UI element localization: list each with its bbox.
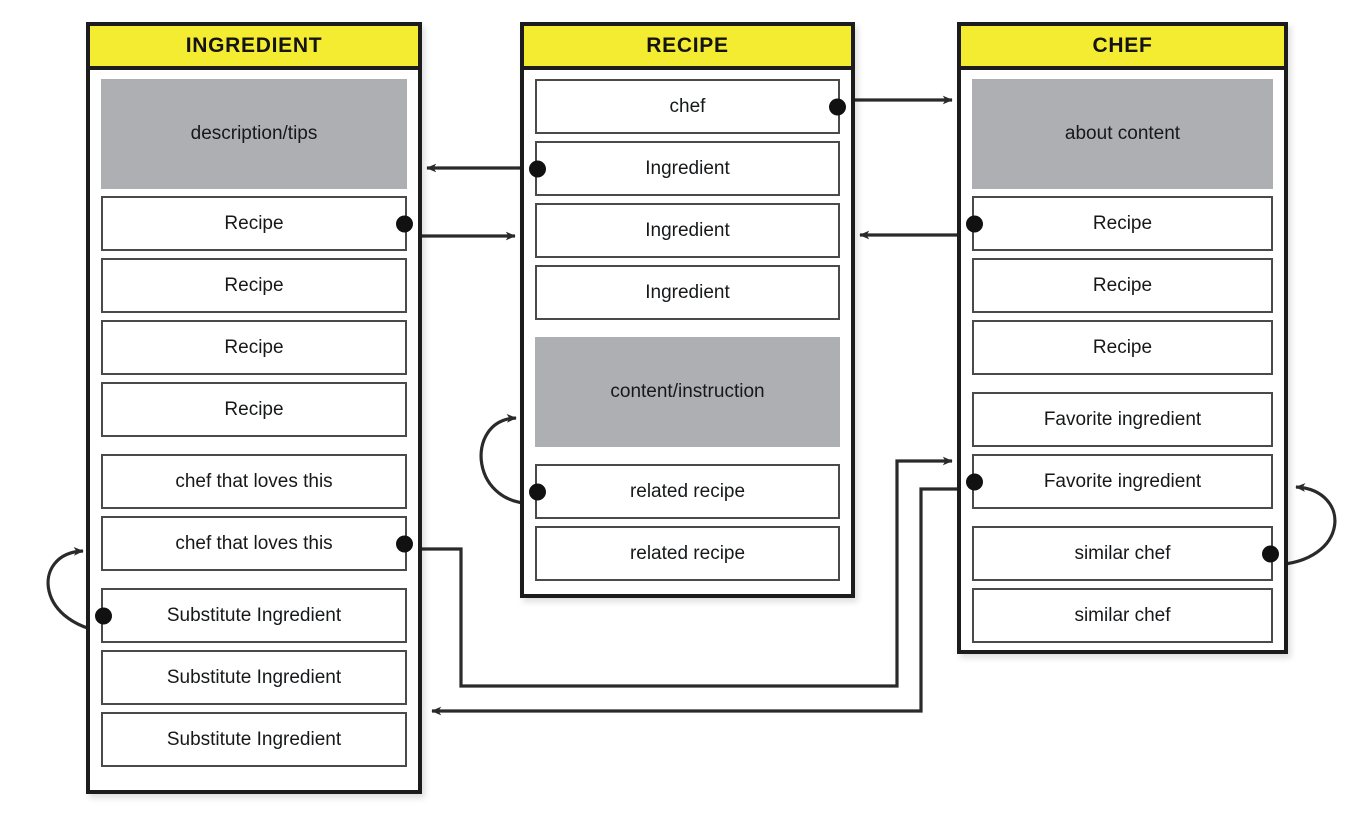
field-content-instruction[interactable]: content/instruction [535,337,840,447]
field-ingredient-1[interactable]: Ingredient [529,141,840,196]
field-label: Favorite ingredient [1043,470,1202,492]
field-chef-recipe-2[interactable]: Recipe [972,258,1273,313]
field-substitute-ingredient-3[interactable]: Substitute Ingredient [101,712,407,767]
field-similar-chef-2[interactable]: similar chef [972,588,1273,643]
field-label: Favorite ingredient [1043,408,1202,430]
field-recipe-1[interactable]: Recipe [101,196,413,251]
field-label: content/instruction [610,381,765,402]
field-favorite-ingredient-2[interactable]: Favorite ingredient [966,454,1273,509]
field-label: similar chef [1074,604,1171,626]
field-label: Ingredient [645,281,730,303]
field-label: Recipe [1092,274,1153,296]
field-label: similar chef [1074,542,1171,564]
field-similar-chef-1[interactable]: similar chef [972,526,1279,581]
entity-card-ingredient: INGREDIENT description/tips Recipe Recip… [86,22,422,794]
field-label: description/tips [190,123,318,144]
field-label: Recipe [224,212,284,234]
field-related-recipe-2[interactable]: related recipe [535,526,840,581]
field-chef-recipe-1[interactable]: Recipe [966,196,1273,251]
relation-dot-ingredient [529,160,546,177]
relation-dot-chef-that-loves-this [396,535,413,552]
entity-card-chef-title: CHEF [961,26,1284,70]
field-label: Recipe [224,398,284,420]
diagram-canvas: INGREDIENT description/tips Recipe Recip… [0,0,1372,824]
entity-card-chef-body: about content Recipe Recipe Recipe Favor… [961,70,1284,654]
field-label: related recipe [629,480,746,502]
field-label: Recipe [1092,336,1153,358]
relation-dot-recipe [966,215,983,232]
field-label: related recipe [629,542,746,564]
field-label: Ingredient [645,157,730,179]
field-label: about content [1064,123,1181,144]
relation-dot-chef [829,98,846,115]
field-substitute-ingredient-2[interactable]: Substitute Ingredient [101,650,407,705]
field-label: Substitute Ingredient [166,666,342,688]
field-substitute-ingredient-1[interactable]: Substitute Ingredient [95,588,407,643]
relation-dot-substitute-ingredient [95,607,112,624]
field-chef-recipe-3[interactable]: Recipe [972,320,1273,375]
field-related-recipe-1[interactable]: related recipe [529,464,840,519]
field-chef-that-loves-this-1[interactable]: chef that loves this [101,454,407,509]
relation-dot-similar-chef [1262,545,1279,562]
entity-card-recipe-title: RECIPE [524,26,851,70]
field-label: Ingredient [645,219,730,241]
field-ingredient-3[interactable]: Ingredient [535,265,840,320]
field-label: Recipe [1092,212,1153,234]
field-label: Substitute Ingredient [166,604,342,626]
field-chef[interactable]: chef [535,79,846,134]
field-label: Substitute Ingredient [166,728,342,750]
relation-dot-favorite-ingredient [966,473,983,490]
field-chef-that-loves-this-2[interactable]: chef that loves this [101,516,413,571]
entity-card-ingredient-title: INGREDIENT [90,26,418,70]
field-recipe-2[interactable]: Recipe [101,258,407,313]
field-label: Recipe [224,274,284,296]
field-label: chef [669,95,706,117]
field-ingredient-2[interactable]: Ingredient [535,203,840,258]
field-description-tips[interactable]: description/tips [101,79,407,189]
entity-card-recipe-body: chef Ingredient Ingredient Ingredient co… [524,70,851,592]
field-about-content[interactable]: about content [972,79,1273,189]
field-label: chef that loves this [175,470,333,492]
field-favorite-ingredient-1[interactable]: Favorite ingredient [972,392,1273,447]
field-recipe-3[interactable]: Recipe [101,320,407,375]
entity-card-ingredient-body: description/tips Recipe Recipe Recipe Re… [90,70,418,778]
relation-dot-recipe [396,215,413,232]
field-label: Recipe [224,336,284,358]
entity-card-chef: CHEF about content Recipe Recipe Recipe … [957,22,1288,654]
field-label: chef that loves this [175,532,333,554]
relation-dot-related-recipe [529,483,546,500]
field-recipe-4[interactable]: Recipe [101,382,407,437]
entity-card-recipe: RECIPE chef Ingredient Ingredient Ingred… [520,22,855,598]
